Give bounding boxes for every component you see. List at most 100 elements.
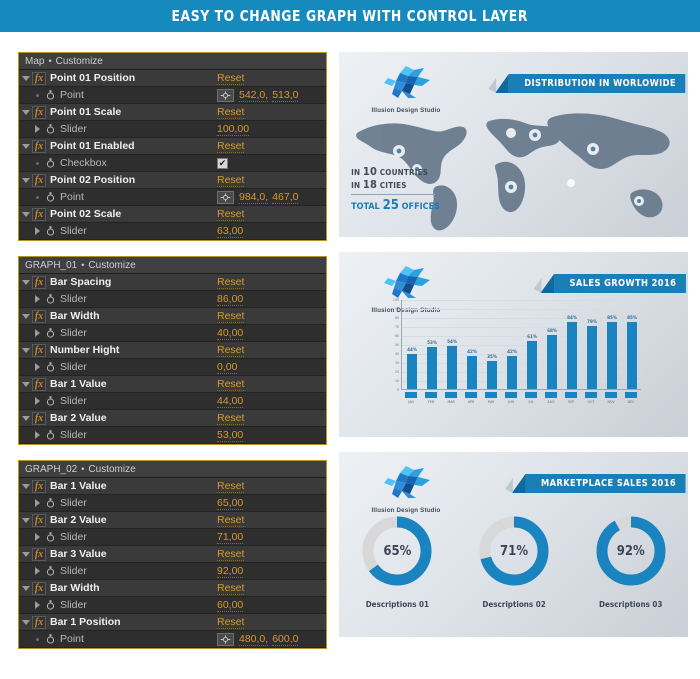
preview-bar-chart[interactable]: Illusion Design Studio SALES GROWTH 2016… bbox=[339, 252, 688, 437]
twirl-down-icon[interactable] bbox=[19, 177, 32, 183]
property-row[interactable]: fx Bar 2 Value Reset bbox=[19, 512, 327, 529]
reset-button[interactable]: Reset bbox=[217, 514, 245, 527]
sub-property-row[interactable]: Point 984,0, 467,0 bbox=[19, 189, 327, 206]
fx-icon[interactable]: fx bbox=[32, 377, 46, 391]
fx-icon[interactable]: fx bbox=[32, 547, 46, 561]
reset-button[interactable]: Reset bbox=[217, 174, 245, 187]
twirl-right-icon[interactable] bbox=[31, 329, 44, 337]
checkbox-control[interactable]: ✔ bbox=[217, 157, 228, 169]
twirl-right-icon[interactable] bbox=[31, 533, 44, 541]
twirl-right-icon[interactable] bbox=[31, 363, 44, 371]
slider-value[interactable]: 60,00 bbox=[217, 599, 244, 612]
reset-button[interactable]: Reset bbox=[217, 344, 245, 357]
twirl-down-icon[interactable] bbox=[19, 619, 32, 625]
reset-button[interactable]: Reset bbox=[217, 208, 245, 221]
sub-property-row[interactable]: Checkbox ✔ bbox=[19, 155, 327, 172]
fx-icon[interactable]: fx bbox=[32, 71, 46, 85]
twirl-right-icon[interactable] bbox=[31, 125, 44, 133]
twirl-down-icon[interactable] bbox=[19, 109, 32, 115]
sub-property-row[interactable]: Point 480,0, 600,0 bbox=[19, 631, 327, 648]
twirl-down-icon[interactable] bbox=[19, 75, 32, 81]
property-row[interactable]: fx Bar 1 Position Reset bbox=[19, 614, 327, 631]
stopwatch-icon[interactable] bbox=[44, 226, 57, 236]
slider-value[interactable]: 40,00 bbox=[217, 327, 244, 340]
slider-value[interactable]: 44,00 bbox=[217, 395, 244, 408]
sub-property-row[interactable]: Slider 86,00 bbox=[19, 291, 327, 308]
reset-button[interactable]: Reset bbox=[217, 548, 245, 561]
property-row[interactable]: fx Point 01 Position Reset bbox=[19, 70, 327, 87]
fx-icon[interactable]: fx bbox=[32, 479, 46, 493]
fx-icon[interactable]: fx bbox=[32, 309, 46, 323]
slider-value[interactable]: 53,00 bbox=[217, 429, 244, 442]
sub-property-row[interactable]: Slider 40,00 bbox=[19, 325, 327, 342]
fx-icon[interactable]: fx bbox=[32, 615, 46, 629]
reset-button[interactable]: Reset bbox=[217, 140, 245, 153]
slider-value[interactable]: 65,00 bbox=[217, 497, 244, 510]
slider-value[interactable]: 71,00 bbox=[217, 531, 244, 544]
reset-button[interactable]: Reset bbox=[217, 106, 245, 119]
reset-button[interactable]: Reset bbox=[217, 310, 245, 323]
point-y-value[interactable]: 513,0 bbox=[272, 89, 299, 102]
stopwatch-icon[interactable] bbox=[44, 328, 57, 338]
stopwatch-icon[interactable] bbox=[44, 90, 57, 100]
slider-value[interactable]: 0,00 bbox=[217, 361, 238, 374]
property-row[interactable]: fx Point 02 Scale Reset bbox=[19, 206, 327, 223]
twirl-down-icon[interactable] bbox=[19, 143, 32, 149]
sub-property-row[interactable]: Slider 100,00 bbox=[19, 121, 327, 138]
property-row[interactable]: fx Bar 1 Value Reset bbox=[19, 478, 327, 495]
twirl-down-icon[interactable] bbox=[19, 517, 32, 523]
fx-icon[interactable]: fx bbox=[32, 513, 46, 527]
twirl-down-icon[interactable] bbox=[19, 381, 32, 387]
fx-icon[interactable]: fx bbox=[32, 343, 46, 357]
crosshair-picker-icon[interactable] bbox=[217, 190, 234, 204]
property-row[interactable]: fx Bar Spacing Reset bbox=[19, 274, 327, 291]
twirl-down-icon[interactable] bbox=[19, 347, 32, 353]
fx-icon[interactable]: fx bbox=[32, 207, 46, 221]
slider-value[interactable]: 92,00 bbox=[217, 565, 244, 578]
slider-value[interactable]: 86,00 bbox=[217, 293, 244, 306]
property-row[interactable]: fx Point 02 Position Reset bbox=[19, 172, 327, 189]
twirl-right-icon[interactable] bbox=[31, 567, 44, 575]
property-row[interactable]: fx Bar 3 Value Reset bbox=[19, 546, 327, 563]
sub-property-row[interactable]: Slider 53,00 bbox=[19, 427, 327, 444]
point-x-value[interactable]: 542,0, bbox=[239, 89, 269, 102]
stopwatch-icon[interactable] bbox=[44, 362, 57, 372]
sub-property-row[interactable]: Slider 65,00 bbox=[19, 495, 327, 512]
fx-icon[interactable]: fx bbox=[32, 581, 46, 595]
twirl-down-icon[interactable] bbox=[19, 585, 32, 591]
sub-property-row[interactable]: Slider 92,00 bbox=[19, 563, 327, 580]
stopwatch-icon[interactable] bbox=[44, 396, 57, 406]
fx-icon[interactable]: fx bbox=[32, 105, 46, 119]
twirl-right-icon[interactable] bbox=[31, 227, 44, 235]
property-row[interactable]: fx Bar 1 Value Reset bbox=[19, 376, 327, 393]
reset-button[interactable]: Reset bbox=[217, 276, 245, 289]
stopwatch-icon[interactable] bbox=[44, 430, 57, 440]
twirl-down-icon[interactable] bbox=[19, 211, 32, 217]
preview-map[interactable]: Illusion Design Studio DISTRIBUTION IN W… bbox=[339, 52, 688, 237]
stopwatch-icon[interactable] bbox=[44, 158, 57, 168]
point-y-value[interactable]: 600,0 bbox=[272, 633, 299, 646]
point-x-value[interactable]: 984,0, bbox=[239, 191, 269, 204]
stopwatch-icon[interactable] bbox=[44, 600, 57, 610]
stopwatch-icon[interactable] bbox=[44, 566, 57, 576]
twirl-right-icon[interactable] bbox=[31, 397, 44, 405]
stopwatch-icon[interactable] bbox=[44, 532, 57, 542]
preview-donut-chart[interactable]: Illusion Design Studio MARKETPLACE SALES… bbox=[339, 452, 688, 637]
reset-button[interactable]: Reset bbox=[217, 72, 245, 85]
property-row[interactable]: fx Bar 2 Value Reset bbox=[19, 410, 327, 427]
sub-property-row[interactable]: Slider 71,00 bbox=[19, 529, 327, 546]
stopwatch-icon[interactable] bbox=[44, 498, 57, 508]
reset-button[interactable]: Reset bbox=[217, 616, 245, 629]
crosshair-picker-icon[interactable] bbox=[217, 88, 234, 102]
fx-icon[interactable]: fx bbox=[32, 173, 46, 187]
property-row[interactable]: fx Bar Width Reset bbox=[19, 308, 327, 325]
stopwatch-icon[interactable] bbox=[44, 124, 57, 134]
twirl-down-icon[interactable] bbox=[19, 313, 32, 319]
property-row[interactable]: fx Point 01 Scale Reset bbox=[19, 104, 327, 121]
crosshair-picker-icon[interactable] bbox=[217, 632, 234, 646]
reset-button[interactable]: Reset bbox=[217, 582, 245, 595]
slider-value[interactable]: 100,00 bbox=[217, 123, 250, 136]
twirl-down-icon[interactable] bbox=[19, 415, 32, 421]
twirl-right-icon[interactable] bbox=[31, 601, 44, 609]
point-y-value[interactable]: 467,0 bbox=[272, 191, 299, 204]
